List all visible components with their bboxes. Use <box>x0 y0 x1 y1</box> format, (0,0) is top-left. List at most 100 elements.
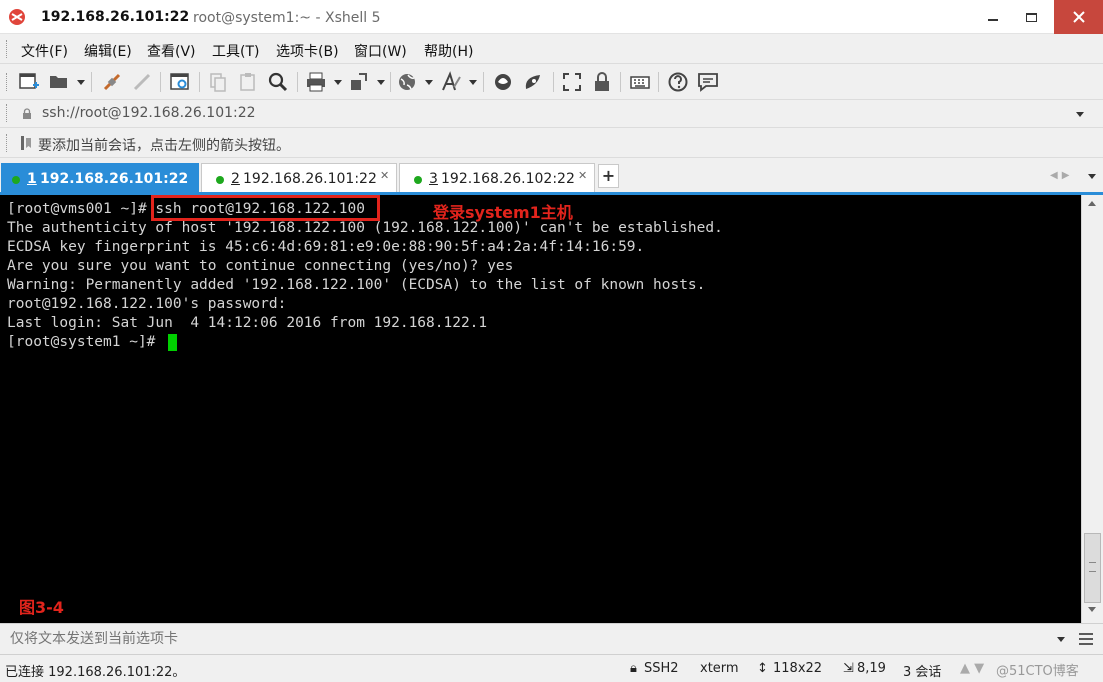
terminal-type-status: xterm <box>700 661 739 676</box>
toolbar-separator <box>658 72 659 92</box>
tab-scroll-arrows-icon[interactable]: ◀▶ <box>1050 170 1073 181</box>
menu-help[interactable]: 帮助(H) <box>424 41 473 61</box>
session-count-status: 3 会话 <box>903 665 942 680</box>
lock-icon: 🔒︎ <box>630 661 637 676</box>
transfer-dropdown-icon[interactable] <box>377 80 385 85</box>
menu-tools[interactable]: 工具(T) <box>212 41 259 61</box>
cursor-icon: ⇲ <box>843 661 854 676</box>
print-icon[interactable] <box>305 71 327 93</box>
maximize-button[interactable] <box>1008 0 1054 34</box>
watermark: @51CTO博客 <box>996 664 1079 679</box>
maximize-icon <box>1025 12 1037 22</box>
print-dropdown-icon[interactable] <box>334 80 342 85</box>
address-text[interactable]: ssh://root@192.168.26.101:22 <box>42 105 256 121</box>
tab-label: 192.168.26.102:22 <box>441 171 575 187</box>
tab-session-3[interactable]: 3 192.168.26.102:22 ✕ <box>399 163 595 194</box>
menu-tabs[interactable]: 选项卡(B) <box>276 41 339 61</box>
menu-bar: 文件(F) 编辑(E) 查看(V) 工具(T) 选项卡(B) 窗口(W) 帮助(… <box>0 34 1103 64</box>
minimize-icon <box>988 19 998 21</box>
terminal-line: Warning: Permanently added '192.168.122.… <box>7 277 706 293</box>
menu-view[interactable]: 查看(V) <box>147 41 196 61</box>
toolbar <box>0 64 1103 100</box>
addressbar-grip <box>6 104 9 122</box>
compose-bar <box>0 623 1103 654</box>
hint-text: 要添加当前会话，点击左侧的箭头按钮。 <box>38 138 290 154</box>
toolbar-separator <box>160 72 161 92</box>
menu-window[interactable]: 窗口(W) <box>354 41 407 61</box>
menu-lines-icon[interactable] <box>1078 632 1094 646</box>
find-icon[interactable] <box>267 71 289 93</box>
toolbar-separator <box>199 72 200 92</box>
close-button[interactable] <box>1054 0 1103 34</box>
terminal-scrollbar[interactable] <box>1081 195 1103 623</box>
globe-dropdown-icon[interactable] <box>425 80 433 85</box>
scroll-down-icon[interactable] <box>1088 607 1096 612</box>
font-icon[interactable] <box>440 71 462 93</box>
send-text-input[interactable] <box>3 627 1073 651</box>
tab-index: 2 <box>231 171 240 187</box>
fullscreen-icon[interactable] <box>561 71 583 93</box>
transfer-icon[interactable] <box>348 71 370 93</box>
tab-index: 3 <box>429 171 438 187</box>
size-icon: ↕ <box>757 661 768 676</box>
session-hint-bar: 要添加当前会话，点击左侧的箭头按钮。 <box>0 128 1103 158</box>
tab-session-1[interactable]: 1 192.168.26.101:22 <box>1 163 199 194</box>
xmanager-icon[interactable] <box>522 71 544 93</box>
open-dropdown-icon[interactable] <box>77 80 85 85</box>
open-folder-icon[interactable] <box>48 71 70 93</box>
add-tab-button[interactable]: + <box>598 164 619 188</box>
address-field[interactable]: ssh://root@192.168.26.101:22 <box>14 103 1092 125</box>
new-session-icon[interactable] <box>18 71 40 93</box>
menu-edit[interactable]: 编辑(E) <box>84 41 132 61</box>
tab-index: 1 <box>27 171 37 187</box>
connected-indicator-icon <box>414 176 422 184</box>
navigation-arrows-icon[interactable]: ▲ ▼ <box>960 661 984 676</box>
scroll-thumb[interactable] <box>1084 533 1101 603</box>
terminal-line: The authenticity of host '192.168.122.10… <box>7 220 723 236</box>
properties-icon[interactable] <box>169 71 191 93</box>
connected-indicator-icon <box>216 176 224 184</box>
connected-indicator-icon <box>12 176 20 184</box>
toolbar-separator <box>553 72 554 92</box>
scroll-grip-icon <box>1089 562 1096 572</box>
tab-close-icon[interactable]: ✕ <box>380 169 389 182</box>
chat-icon[interactable] <box>697 71 719 93</box>
scroll-up-icon[interactable] <box>1088 201 1096 206</box>
menubar-grip <box>6 40 9 58</box>
annotation-text: 登录system1主机 <box>433 203 573 222</box>
terminal-cursor <box>168 334 177 351</box>
send-target-dropdown-icon[interactable] <box>1057 637 1065 642</box>
terminal-line: root@192.168.122.100's password: <box>7 296 287 312</box>
copy-icon <box>210 73 226 92</box>
xftp-icon[interactable] <box>492 71 514 93</box>
connect-icon[interactable] <box>101 71 123 93</box>
address-dropdown-icon[interactable] <box>1076 112 1084 117</box>
toolbar-separator <box>297 72 298 92</box>
hintbar-grip <box>6 134 9 152</box>
tab-list-dropdown-icon[interactable] <box>1088 174 1096 179</box>
window-subtitle: root@system1:~ - Xshell 5 <box>193 10 381 26</box>
terminal-prompt: [root@system1 ~]# <box>7 334 165 350</box>
font-dropdown-icon[interactable] <box>469 80 477 85</box>
keyboard-icon[interactable] <box>629 71 651 93</box>
bookmark-icon[interactable] <box>20 135 32 151</box>
tab-session-2[interactable]: 2 192.168.26.101:22 ✕ <box>201 163 397 194</box>
terminal-screen[interactable]: [root@vms001 ~]# ssh root@192.168.122.10… <box>0 195 1081 623</box>
globe-icon[interactable] <box>396 71 418 93</box>
toolbar-separator <box>483 72 484 92</box>
annotation-box <box>151 195 380 221</box>
status-bar: 已连接 192.168.26.101:22。 🔒︎ SSH2 xterm ↕ 1… <box>0 654 1103 682</box>
cursor-position-status: 8,19 <box>857 661 886 676</box>
toolbar-separator <box>390 72 391 92</box>
paste-icon <box>240 73 255 91</box>
help-icon[interactable] <box>667 71 689 93</box>
tab-close-icon[interactable]: ✕ <box>578 169 587 182</box>
title-bar: 192.168.26.101:22 root@system1:~ - Xshel… <box>0 0 1103 34</box>
terminal-line: ECDSA key fingerprint is 45:c6:4d:69:81:… <box>7 239 645 255</box>
lock-icon <box>23 108 31 119</box>
menu-file[interactable]: 文件(F) <box>21 41 68 61</box>
xshell-logo-icon <box>9 9 25 25</box>
protocol-status: SSH2 <box>644 661 679 676</box>
lock-icon[interactable] <box>591 71 613 93</box>
toolbar-separator <box>620 72 621 92</box>
